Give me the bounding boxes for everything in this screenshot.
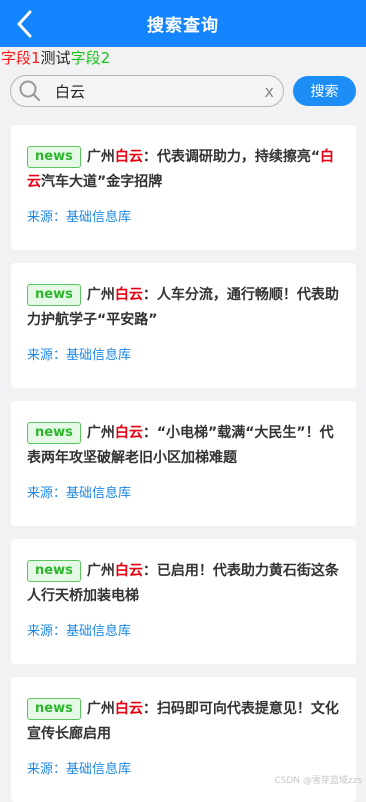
search-icon (19, 80, 40, 101)
result-list: news 广州白云：代表调研助力，持续擦亮“白云汽车大道”金字招牌 来源：基础信息… (0, 111, 366, 802)
result-source: 来源：基础信息库 (27, 624, 132, 639)
news-tag: news (27, 146, 81, 168)
result-title: news 广州白云：人车分流，通行畅顺！代表助力护航学子“平安路” (27, 283, 340, 333)
chevron-left-icon[interactable] (14, 9, 36, 39)
news-tag: news (27, 284, 81, 306)
search-input[interactable] (53, 81, 265, 101)
news-tag: news (27, 422, 81, 444)
news-tag: news (27, 560, 81, 582)
legend-middle: 测试 (40, 49, 71, 67)
result-source: 来源：基础信息库 (27, 486, 132, 501)
result-title: news 广州白云：代表调研助力，持续擦亮“白云汽车大道”金字招牌 (27, 145, 340, 195)
result-source: 来源：基础信息库 (27, 210, 132, 225)
header-bar: 搜索查询 (0, 0, 366, 47)
clear-button[interactable]: x (265, 82, 274, 101)
result-card[interactable]: news 广州白云：代表调研助力，持续擦亮“白云汽车大道”金字招牌 来源：基础信息… (11, 125, 356, 250)
result-card[interactable]: news 广州白云：人车分流，通行畅顺！代表助力护航学子“平安路” 来源：基础信息… (11, 263, 356, 388)
legend-field1: 字段1 (1, 49, 41, 67)
field-legend: 字段1测试字段2 (0, 47, 366, 69)
result-source: 来源：基础信息库 (27, 348, 132, 363)
search-button[interactable]: 搜索 (293, 76, 356, 106)
result-title: news 广州白云：已启用！代表助力黄石街这条人行天桥加装电梯 (27, 559, 340, 609)
result-card[interactable]: news 广州白云：已启用！代表助力黄石街这条人行天桥加装电梯 来源：基础信息库 (11, 539, 356, 664)
search-box[interactable]: x (10, 75, 284, 107)
result-title: news 广州白云：“小电梯”载满“大民生”！代表两年攻坚破解老旧小区加梯难题 (27, 421, 340, 471)
result-title: news 广州白云：扫码即可向代表提意见！文化宣传长廊启用 (27, 697, 340, 747)
watermark: CSDN @雪芽蓝域zzs (274, 776, 362, 786)
legend-field2: 字段2 (70, 49, 111, 67)
news-tag: news (27, 698, 81, 720)
result-card[interactable]: news 广州白云：“小电梯”载满“大民生”！代表两年攻坚破解老旧小区加梯难题 来… (11, 401, 356, 526)
page-title: 搜索查询 (147, 16, 219, 36)
search-bar: x 搜索 (0, 71, 366, 111)
